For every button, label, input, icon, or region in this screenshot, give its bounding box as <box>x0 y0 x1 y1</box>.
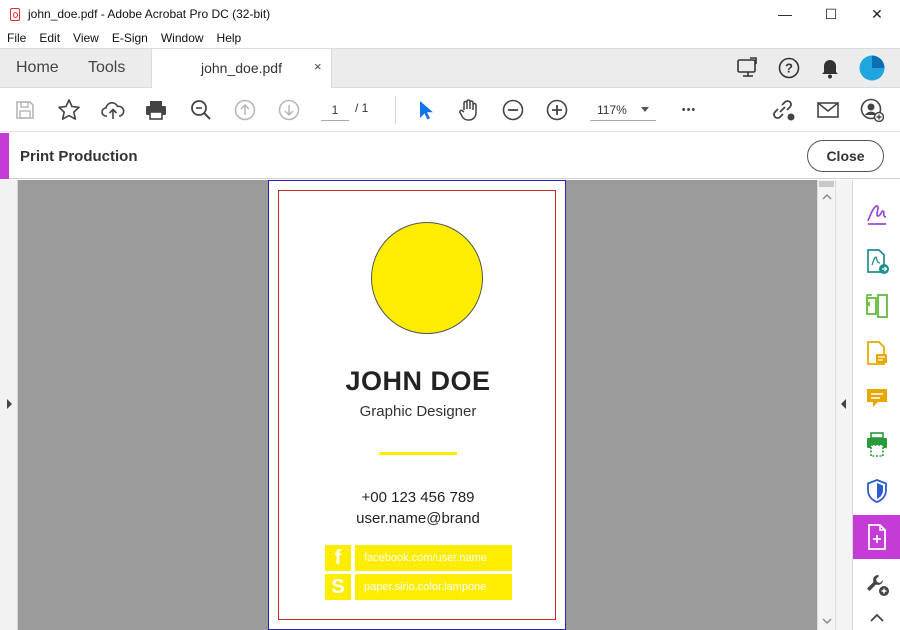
tab-bar: Home Tools john_doe.pdf × ? <box>0 48 900 88</box>
menu-help[interactable]: Help <box>217 31 242 45</box>
window-close-button[interactable]: ✕ <box>854 0 900 28</box>
minimize-button[interactable]: — <box>762 0 808 28</box>
tool-accent-bar <box>0 133 9 179</box>
trim-box: JOHN DOE Graphic Designer +00 123 456 78… <box>278 190 556 620</box>
chevron-up-icon[interactable] <box>853 604 900 630</box>
zoom-in-icon[interactable] <box>544 97 570 123</box>
skype-handle: paper.sirio.color.lampone <box>355 574 512 600</box>
svg-text:?: ? <box>785 61 793 76</box>
document-tab-label: john_doe.pdf <box>201 60 282 76</box>
create-pdf-icon[interactable] <box>853 515 900 559</box>
document-tab-close-button[interactable]: × <box>314 59 322 74</box>
tools-pane <box>852 180 900 630</box>
next-page-icon[interactable] <box>276 97 302 123</box>
social-row-facebook: f facebook.com/user.name <box>325 545 512 571</box>
accent-divider <box>379 452 457 455</box>
save-icon[interactable] <box>12 97 38 123</box>
previous-page-icon[interactable] <box>232 97 258 123</box>
zoom-out-icon[interactable] <box>500 97 526 123</box>
upload-cloud-icon[interactable] <box>100 97 126 123</box>
scrollbar-thumb[interactable] <box>819 181 834 187</box>
phone-number: +00 123 456 789 <box>361 489 475 506</box>
edit-pdf-icon[interactable] <box>853 332 900 376</box>
page-number-input[interactable]: 1 <box>321 100 349 121</box>
menu-view[interactable]: View <box>73 31 99 45</box>
tab-document[interactable]: john_doe.pdf × <box>151 49 332 88</box>
window-title: john_doe.pdf - Adobe Acrobat Pro DC (32-… <box>28 7 271 21</box>
comment-icon[interactable] <box>853 376 900 420</box>
share-screen-icon[interactable] <box>736 57 760 79</box>
more-tools-icon[interactable] <box>853 562 900 606</box>
toolbar-divider <box>395 96 396 124</box>
menu-bar: File Edit View E-Sign Window Help <box>0 28 900 48</box>
print-production-icon[interactable] <box>853 423 900 467</box>
tab-home[interactable]: Home <box>16 59 59 77</box>
pdf-page: JOHN DOE Graphic Designer +00 123 456 78… <box>268 180 566 630</box>
document-canvas[interactable]: JOHN DOE Graphic Designer +00 123 456 78… <box>18 180 817 630</box>
vertical-scrollbar[interactable] <box>817 180 835 630</box>
scroll-up-icon[interactable] <box>822 193 832 200</box>
profile-circle <box>371 222 483 334</box>
export-pdf-icon[interactable] <box>853 240 900 284</box>
organize-pages-icon[interactable] <box>853 284 900 328</box>
maximize-button[interactable]: ☐ <box>808 0 854 28</box>
protect-icon[interactable] <box>853 469 900 513</box>
email-address: user.name@brand <box>356 510 480 527</box>
close-tool-button[interactable]: Close <box>807 140 884 172</box>
email-icon[interactable] <box>815 97 841 123</box>
person-role: Graphic Designer <box>359 403 477 420</box>
share-link-icon[interactable] <box>770 97 796 123</box>
pdf-app-icon <box>10 7 20 21</box>
zoom-search-icon[interactable] <box>188 97 214 123</box>
help-icon[interactable]: ? <box>778 57 800 79</box>
bookmark-star-icon[interactable] <box>56 97 82 123</box>
add-user-icon[interactable] <box>859 97 885 123</box>
tab-tools[interactable]: Tools <box>88 59 125 77</box>
right-panel-toggle[interactable] <box>835 180 852 630</box>
left-panel-toggle[interactable] <box>0 180 18 630</box>
select-cursor-icon[interactable] <box>412 97 438 123</box>
scroll-down-icon[interactable] <box>822 618 832 625</box>
chevron-down-icon[interactable] <box>641 107 649 112</box>
skype-icon: S <box>325 574 351 600</box>
more-tools-button[interactable]: ••• <box>676 97 702 123</box>
menu-esign[interactable]: E-Sign <box>112 31 148 45</box>
menu-edit[interactable]: Edit <box>39 31 60 45</box>
facebook-icon: f <box>325 545 351 571</box>
menu-file[interactable]: File <box>7 31 26 45</box>
chevron-left-icon[interactable] <box>840 398 848 410</box>
fill-sign-icon[interactable] <box>853 192 900 236</box>
toolbar: 1 / 1 117% ••• <box>0 88 900 132</box>
social-row-skype: S paper.sirio.color.lampone <box>325 574 512 600</box>
account-avatar-icon[interactable] <box>859 55 885 81</box>
menu-window[interactable]: Window <box>161 31 204 45</box>
page-total: / 1 <box>355 101 369 115</box>
chevron-right-icon[interactable] <box>5 398 13 410</box>
facebook-handle: facebook.com/user.name <box>355 545 512 571</box>
print-icon[interactable] <box>143 97 169 123</box>
tool-panel-header: Print Production Close <box>0 133 900 179</box>
person-name: JOHN DOE <box>345 366 491 396</box>
tool-panel-title: Print Production <box>20 148 138 165</box>
hand-tool-icon[interactable] <box>456 97 482 123</box>
title-bar: john_doe.pdf - Adobe Acrobat Pro DC (32-… <box>0 0 900 28</box>
notifications-bell-icon[interactable] <box>820 57 840 79</box>
